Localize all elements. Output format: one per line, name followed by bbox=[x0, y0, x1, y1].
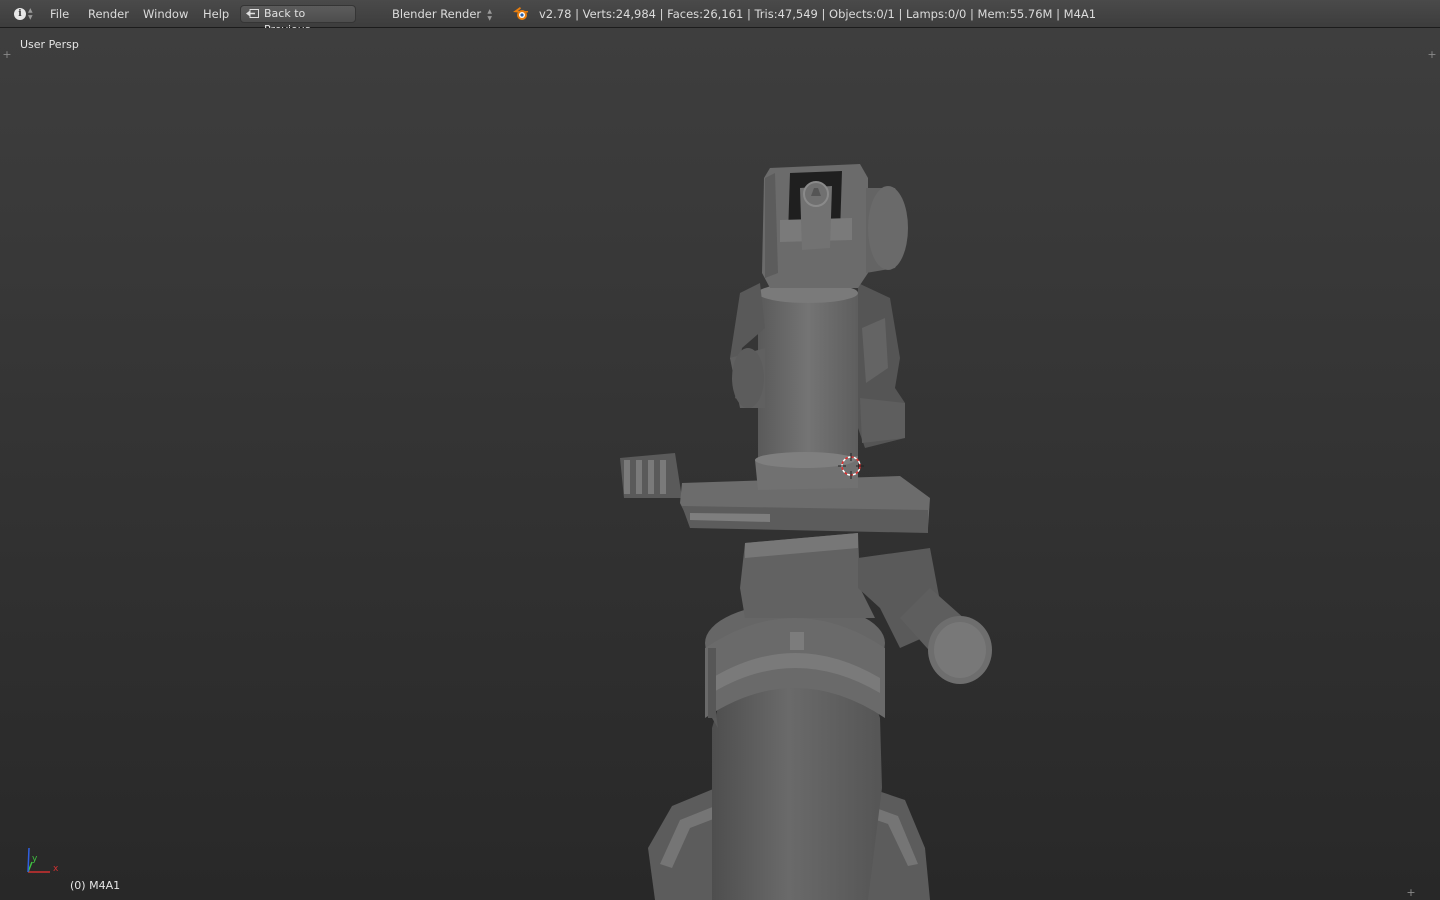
3d-cursor-icon bbox=[838, 453, 864, 479]
menu-render[interactable]: Render bbox=[88, 7, 129, 21]
m4a1-model-render bbox=[620, 164, 992, 900]
back-arrow-icon bbox=[246, 9, 259, 18]
info-header: i ▲▼ File Render Window Help Back to Pre… bbox=[0, 0, 1440, 36]
updown-arrows-icon: ▲ ▼ bbox=[28, 7, 33, 21]
render-engine-select[interactable]: Blender Render ▲ ▼ bbox=[385, 5, 497, 23]
editor-type-selector[interactable]: i ▲ ▼ bbox=[10, 5, 36, 23]
axis-y-label: y bbox=[32, 854, 38, 864]
menu-file[interactable]: File bbox=[50, 7, 69, 21]
blender-logo-icon bbox=[513, 7, 528, 20]
active-object-label: (0) M4A1 bbox=[70, 879, 121, 892]
area-split-bottom-right-icon[interactable]: + bbox=[1406, 887, 1416, 898]
render-engine-label: Blender Render bbox=[392, 7, 482, 21]
menu-help[interactable]: Help bbox=[203, 7, 229, 21]
area-split-top-right-icon[interactable]: + bbox=[1427, 49, 1437, 60]
updown-arrows-icon: ▲ ▼ bbox=[487, 8, 492, 22]
area-split-top-left-icon[interactable]: + bbox=[2, 49, 12, 60]
back-to-previous-button[interactable]: Back to Previous bbox=[240, 5, 356, 36]
3d-viewport[interactable]: User Persp + + + x y (0) M4A1 bbox=[0, 28, 1440, 900]
axis-gizmo-icon: x y bbox=[27, 847, 59, 874]
menu-window[interactable]: Window bbox=[143, 7, 188, 21]
axis-x-label: x bbox=[53, 864, 59, 874]
scene-stats: v2.78 | Verts:24,984 | Faces:26,161 | Tr… bbox=[539, 7, 1097, 21]
view-label: User Persp bbox=[20, 38, 79, 51]
info-icon: i bbox=[14, 8, 26, 20]
